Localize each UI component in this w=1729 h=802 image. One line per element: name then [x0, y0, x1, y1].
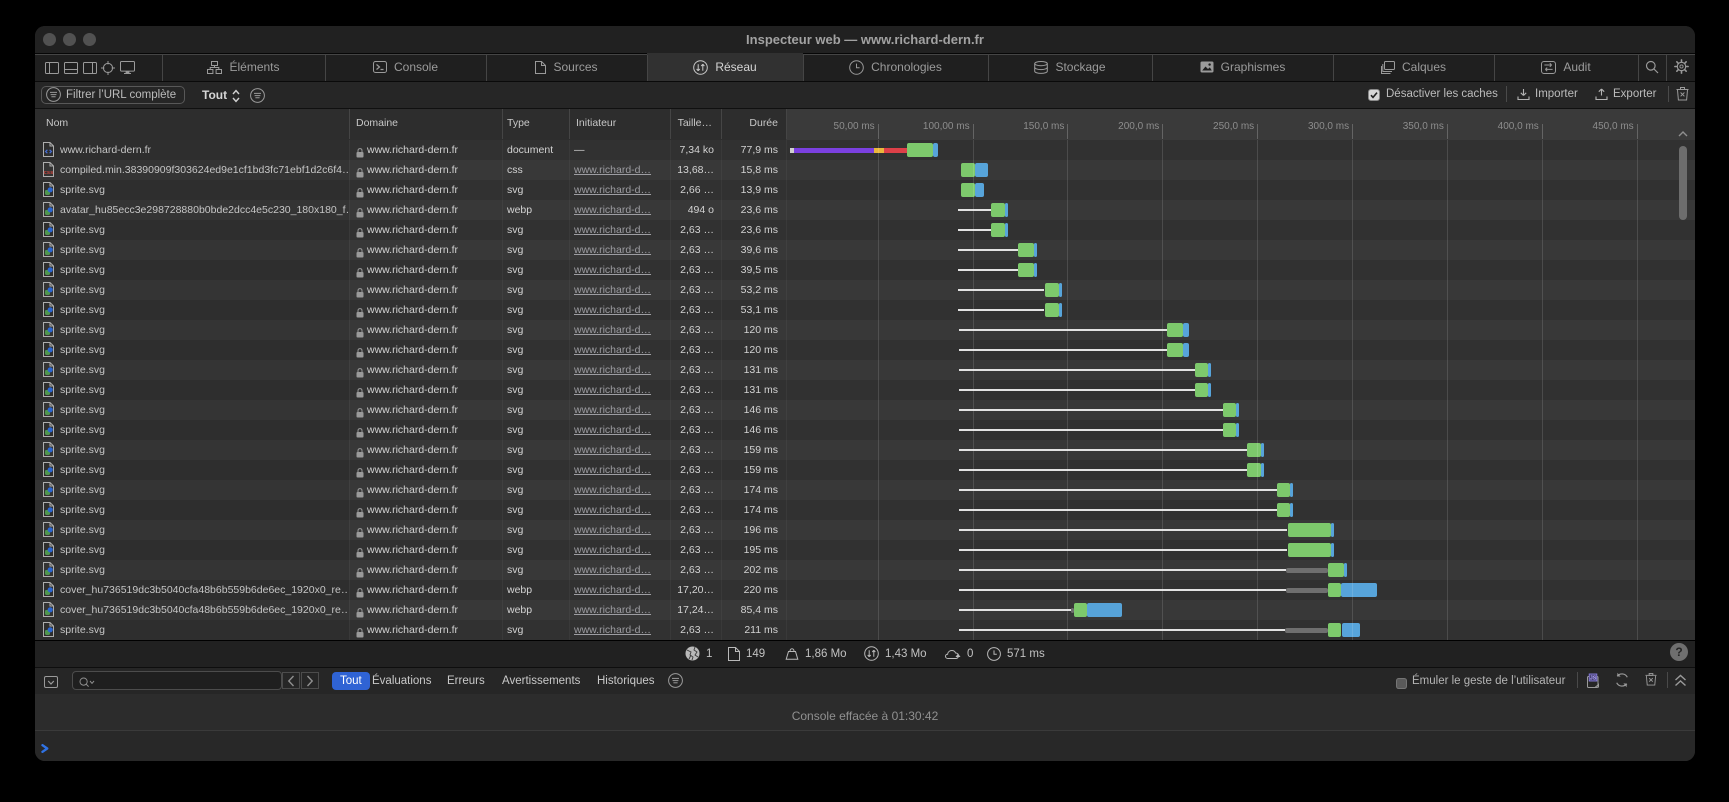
svg-text:JS: JS — [1590, 676, 1597, 682]
svg-text:?: ? — [1675, 645, 1682, 659]
